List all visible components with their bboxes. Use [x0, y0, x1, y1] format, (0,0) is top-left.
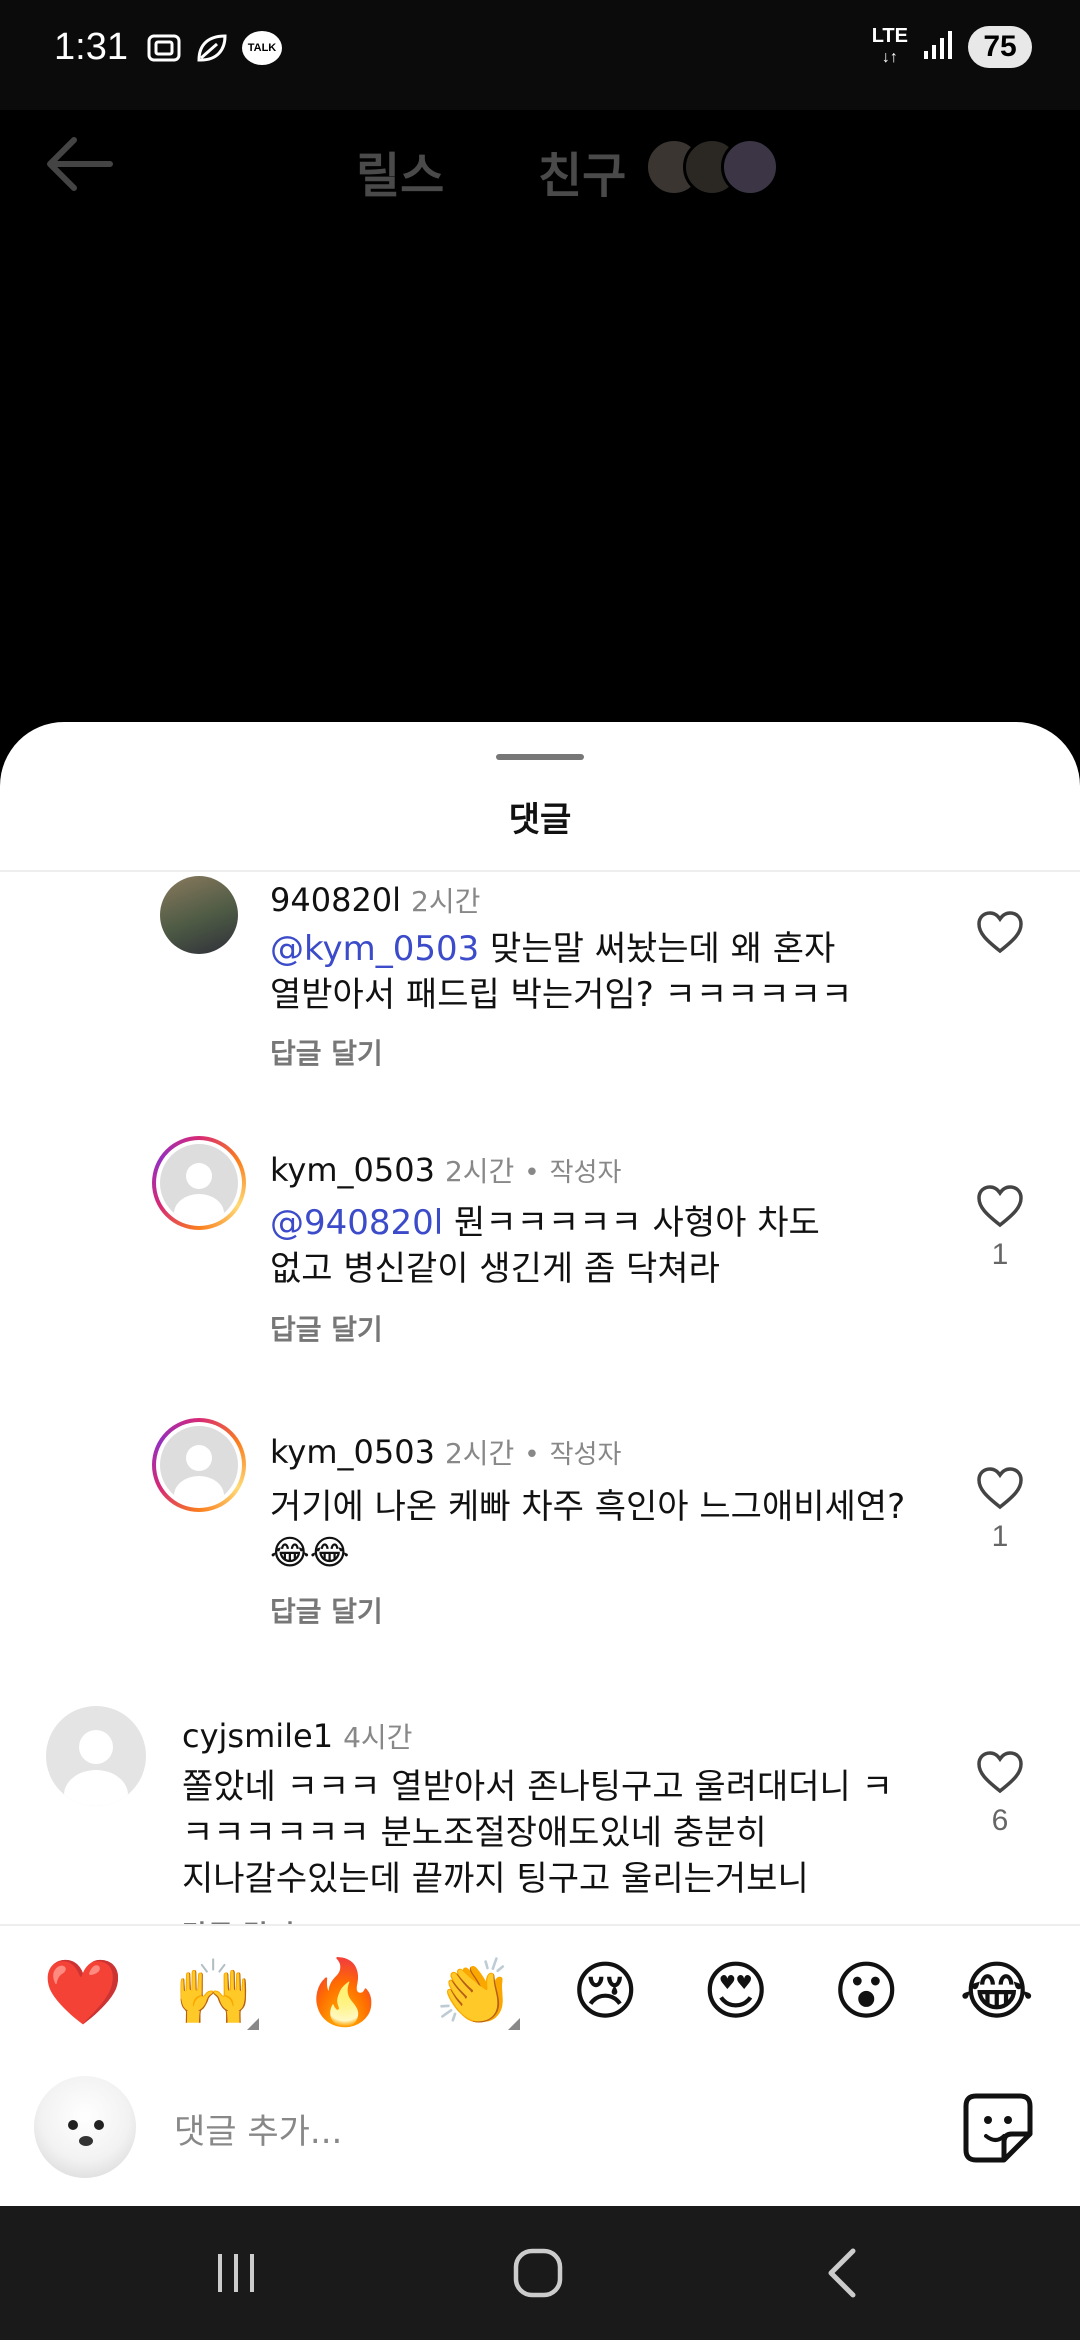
status-bar: 1:31 TALK LTE ↓↑ 75 [0, 0, 1080, 110]
comments-list[interactable]: 940820l 2시간 @kym_0503 맞는말 써놨는데 왜 혼자 열받아서… [0, 872, 1080, 1924]
reply-button[interactable]: 답글 달기 [270, 1308, 383, 1348]
chevron-left-icon [828, 2248, 856, 2298]
sheet-title: 댓글 [508, 800, 572, 840]
emoji-fire-button[interactable]: 🔥 [289, 1955, 399, 2030]
friend-avatars[interactable] [645, 138, 785, 198]
comment-text-line: 거기에 나온 케빠 차주 흑인아 느그애비세연? [270, 1487, 906, 1527]
reply-button[interactable]: 답글 달기 [270, 1590, 383, 1630]
comment-text: 쫄았네 ㅋㅋㅋ 열받아서 존나팅구고 울려대더니 ㅋ ㅋㅋㅋㅋㅋㅋ 분노조절장애… [182, 1764, 942, 1902]
recent-apps-button[interactable] [196, 2240, 276, 2306]
like-button[interactable] [970, 910, 1030, 958]
notification-icons: TALK [146, 30, 282, 66]
comment-header: kym_0503 2시간 • 작성자 [270, 1150, 621, 1190]
separator-dot: • [524, 1440, 540, 1470]
comment-text-line: 없고 병신같이 생긴게 좀 닥쳐라 [270, 1249, 720, 1289]
comment-text: @940820l 뭔ㅋㅋㅋㅋㅋ 사형아 차도 없고 병신같이 생긴게 좀 닥쳐라 [270, 1200, 910, 1292]
tab-reels[interactable]: 릴스 [356, 136, 444, 206]
back-nav-button[interactable] [802, 2240, 882, 2306]
signal-icon [922, 29, 954, 65]
heart-outline-icon [977, 1751, 1023, 1794]
emoji-heart-eyes-button[interactable]: 😍 [681, 1955, 791, 2029]
comment-time: 2시간 [411, 885, 481, 918]
emoji-raising-hands: 🙌 [173, 1955, 254, 2030]
sticker-button[interactable] [960, 2090, 1036, 2166]
separator-dot: • [524, 1158, 540, 1188]
comment-input[interactable] [174, 2102, 934, 2162]
avatar[interactable] [152, 1136, 246, 1230]
emoji-crying-button[interactable]: 😢 [550, 1955, 660, 2029]
like-count: 1 [991, 1238, 1009, 1271]
heart-outline-icon [977, 1185, 1023, 1228]
heart-outline-icon [977, 1467, 1023, 1510]
emoji-clap-button[interactable]: 👏 [420, 1955, 530, 2030]
comment-username[interactable]: kym_0503 [270, 1433, 435, 1471]
comment-username[interactable]: kym_0503 [270, 1151, 435, 1189]
comment-header: kym_0503 2시간 • 작성자 [270, 1432, 621, 1472]
like-count: 6 [991, 1804, 1009, 1837]
emoji-clap: 👏 [434, 1955, 515, 2030]
home-button[interactable] [498, 2240, 578, 2306]
emoji-quick-bar: ❤️ 🙌 🔥 👏 😢 😍 😮 😂 [0, 1924, 1080, 2058]
avatar[interactable] [152, 1418, 246, 1512]
emoji-laughing-button[interactable]: 😂 [942, 1955, 1052, 2029]
author-badge: 작성자 [549, 1158, 622, 1188]
emoji-surprised-button[interactable]: 😮 [811, 1955, 921, 2029]
like-button[interactable]: 6 [970, 1750, 1030, 1838]
battery-indicator: 75 [968, 26, 1032, 68]
drag-handle[interactable] [496, 754, 584, 760]
reels-top-nav: 릴스 친구 [0, 110, 1080, 220]
comment-text-line: 지나갈수있는데 끝까지 팅구고 울리는거보니 [182, 1859, 809, 1899]
status-indicators: LTE ↓↑ 75 [872, 26, 1032, 68]
heart-outline-icon [977, 911, 1023, 954]
emoji-raising-hands-button[interactable]: 🙌 [159, 1955, 269, 2030]
leaf-icon [194, 30, 230, 66]
comment-header: 940820l 2시간 [270, 880, 480, 920]
back-button[interactable] [40, 134, 120, 194]
comment-text-line: ㅋㅋㅋㅋㅋㅋ 분노조절장애도있네 충분히 [182, 1813, 767, 1853]
status-time: 1:31 [54, 26, 128, 68]
author-badge: 작성자 [549, 1440, 622, 1470]
reply-button[interactable]: 답글 달기 [270, 1032, 383, 1072]
comment-time: 4시간 [343, 1721, 413, 1754]
comment-time: 2시간 [444, 1437, 515, 1470]
tab-friends[interactable]: 친구 [538, 136, 626, 206]
avatar [721, 138, 779, 196]
screenshot-icon [146, 30, 182, 66]
avatar[interactable] [46, 1706, 146, 1806]
home-icon [513, 2248, 563, 2298]
like-button[interactable]: 1 [970, 1466, 1030, 1554]
avatar[interactable] [160, 876, 238, 954]
arrow-left-icon [47, 137, 113, 191]
mention-link[interactable]: @940820l [270, 1203, 443, 1243]
like-count: 1 [991, 1520, 1009, 1553]
comment-emoji-line: 😂😂 [270, 1533, 350, 1573]
comment-text: @kym_0503 맞는말 써놨는데 왜 혼자 열받아서 패드립 박는거임? ㅋ… [270, 926, 910, 1018]
like-button[interactable]: 1 [970, 1184, 1030, 1272]
comment-text-line: 열받아서 패드립 박는거임? ㅋㅋㅋㅋㅋㅋ [270, 975, 853, 1015]
mention-link[interactable]: @kym_0503 [270, 929, 479, 969]
network-type: LTE ↓↑ [871, 25, 908, 66]
network-label: LTE [871, 25, 908, 47]
skin-tone-indicator [246, 2017, 259, 2030]
sticker-icon [963, 2093, 1033, 2163]
comment-text-line: 맞는말 써놨는데 왜 혼자 [479, 929, 836, 969]
comment-time: 2시간 [444, 1155, 515, 1188]
system-nav-bar [0, 2206, 1080, 2340]
comment-input-row [0, 2058, 1080, 2206]
comment-text-line: 뭔ㅋㅋㅋㅋㅋ 사형아 차도 [443, 1203, 820, 1243]
comment-header: cyjsmile1 4시간 [182, 1716, 412, 1756]
kakaotalk-icon: TALK [242, 31, 282, 65]
comment-text-line: 쫄았네 ㅋㅋㅋ 열받아서 존나팅구고 울려대더니 ㅋ [182, 1767, 893, 1807]
comment-text: 거기에 나온 케빠 차주 흑인아 느그애비세연? 😂😂 [270, 1484, 950, 1576]
comments-sheet: 댓글 940820l 2시간 @kym_0503 맞는말 써놨는데 왜 혼자 열… [0, 722, 1080, 2206]
comment-username[interactable]: 940820l [270, 881, 401, 919]
emoji-heart-button[interactable]: ❤️ [28, 1955, 138, 2030]
recent-apps-icon [218, 2254, 254, 2292]
my-avatar[interactable] [34, 2076, 136, 2178]
reply-button[interactable]: 답글 달기 [182, 1914, 295, 1924]
comment-username[interactable]: cyjsmile1 [182, 1717, 333, 1755]
skin-tone-indicator [507, 2017, 520, 2030]
